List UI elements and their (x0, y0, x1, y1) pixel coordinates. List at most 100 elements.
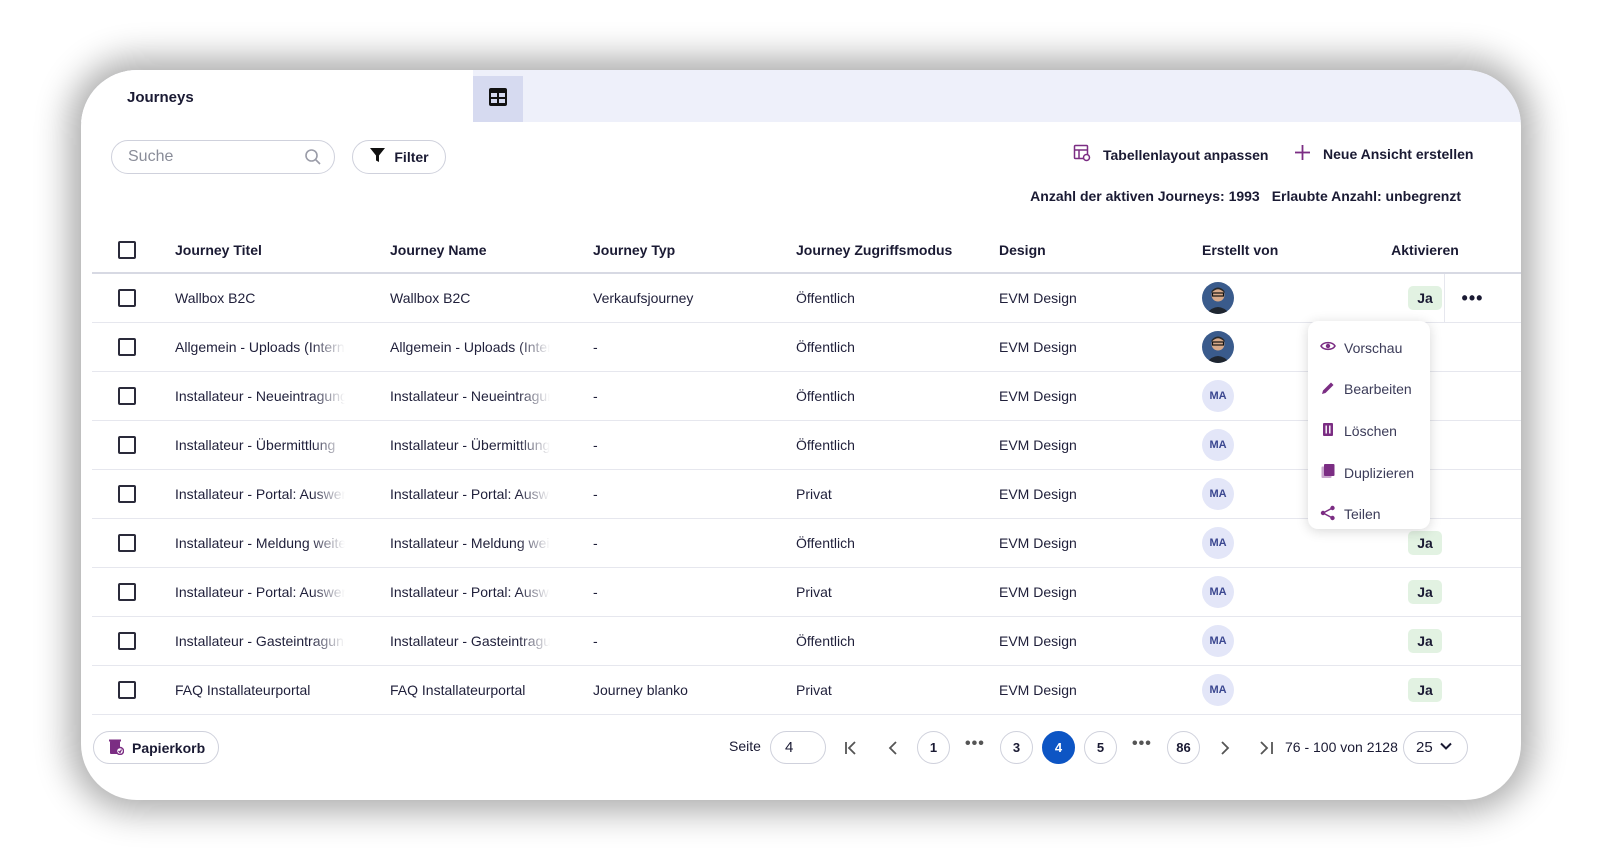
journey-title[interactable]: FAQ Installateurportal (175, 666, 345, 714)
activate-cell: Ja (1395, 666, 1455, 714)
new-view-label: Neue Ansicht erstellen (1323, 146, 1474, 162)
trash-label: Papierkorb (132, 739, 206, 756)
table-row[interactable]: Allgemein - Uploads (Intern) Allgemein - … (92, 323, 1521, 372)
chevron-down-icon (1439, 739, 1453, 757)
app-window: Journeys Filter Tabellenlayout anpassen … (81, 70, 1521, 800)
row-checkbox[interactable] (118, 534, 136, 552)
row-checkbox[interactable] (118, 387, 136, 405)
row-context-menu: Vorschau Bearbeiten Löschen Duplizieren … (1308, 321, 1430, 529)
menu-item-preview[interactable]: Vorschau (1308, 327, 1430, 369)
menu-item-duplicate[interactable]: Duplizieren (1308, 452, 1430, 494)
row-checkbox[interactable] (118, 681, 136, 699)
row-checkbox[interactable] (118, 583, 136, 601)
first-page-icon[interactable] (841, 738, 861, 758)
journey-design: EVM Design (999, 535, 1077, 551)
journey-title[interactable]: Installateur - Gasteintragung (175, 617, 345, 665)
row-checkbox[interactable] (118, 485, 136, 503)
column-header-title[interactable]: Journey Titel (175, 228, 345, 272)
journey-title[interactable]: Allgemein - Uploads (Intern) (175, 323, 345, 371)
search-box[interactable] (111, 140, 335, 174)
created-by: MA (1202, 568, 1262, 616)
created-by (1202, 274, 1262, 322)
row-checkbox[interactable] (118, 436, 136, 454)
search-input[interactable] (128, 148, 298, 166)
journey-name: Installateur - Übermittlung (390, 437, 550, 453)
table-view-button[interactable] (473, 76, 523, 122)
active-badge[interactable]: Ja (1408, 629, 1442, 653)
table-row[interactable]: Installateur - Meldung weiterleiten Insta… (92, 519, 1521, 568)
journey-name: Installateur - Meldung weiterleiten (390, 535, 550, 551)
avatar (1202, 331, 1234, 363)
column-header-name[interactable]: Journey Name (390, 228, 550, 272)
journey-design: EVM Design (999, 437, 1077, 453)
row-checkbox[interactable] (118, 632, 136, 650)
journey-design: EVM Design (999, 633, 1077, 649)
table-row[interactable]: Installateur - Neueintragung Installateur… (92, 372, 1521, 421)
journey-title[interactable]: Installateur - Portal: Auswertung (175, 568, 345, 616)
journey-access-mode: Öffentlich (796, 290, 855, 306)
next-page-icon[interactable] (1215, 738, 1235, 758)
page-number-input[interactable] (770, 731, 826, 764)
search-icon[interactable] (304, 148, 322, 166)
journey-name: Installateur - Portal: Auswertung (390, 584, 550, 600)
row-checkbox[interactable] (118, 338, 136, 356)
column-header-design[interactable]: Design (999, 228, 1179, 272)
row-checkbox[interactable] (118, 289, 136, 307)
journey-title[interactable]: Installateur - Meldung weiterleiten (175, 519, 345, 567)
page-button-3[interactable]: 3 (1000, 731, 1033, 764)
journey-name: Installateur - Gasteintragung (390, 633, 550, 649)
page-button-5[interactable]: 5 (1084, 731, 1117, 764)
page-button-1[interactable]: 1 (917, 731, 950, 764)
column-header-created-by[interactable]: Erstellt von (1202, 228, 1322, 272)
journey-title[interactable]: Installateur - Neueintragung (175, 372, 345, 420)
per-page-select[interactable]: 25 (1403, 731, 1468, 764)
avatar: MA (1202, 527, 1234, 559)
table-row[interactable]: Wallbox B2C Wallbox B2C Verkaufsjourney Öff… (92, 274, 1521, 323)
journey-type: Journey blanko (593, 682, 688, 698)
journey-title[interactable]: Installateur - Portal: Auswertung (175, 470, 345, 518)
journey-type: - (593, 486, 598, 502)
created-by: MA (1202, 519, 1262, 567)
more-actions-icon[interactable]: ••• (1462, 288, 1484, 309)
journey-access-mode: Privat (796, 682, 832, 698)
journey-design: EVM Design (999, 290, 1077, 306)
column-header-access-mode[interactable]: Journey Zugriffsmodus (796, 228, 976, 272)
menu-item-edit[interactable]: Bearbeiten (1308, 369, 1430, 411)
menu-item-share[interactable]: Teilen (1308, 493, 1430, 535)
last-page-icon[interactable] (1257, 738, 1277, 758)
journey-access-mode: Öffentlich (796, 388, 855, 404)
trash-button[interactable]: Papierkorb (93, 731, 219, 764)
menu-item-delete[interactable]: Löschen (1308, 410, 1430, 452)
table-row[interactable]: Installateur - Portal: Auswertung Install… (92, 568, 1521, 617)
table-row[interactable]: Installateur - Gasteintragung Installateu… (92, 617, 1521, 666)
tab-journeys[interactable]: Journeys (81, 70, 473, 122)
journey-name: Installateur - Neueintragung (390, 388, 550, 404)
table-row[interactable]: Installateur - Übermittlung Installateur … (92, 421, 1521, 470)
table-row[interactable]: FAQ Installateurportal FAQ Installateurpo… (92, 666, 1521, 715)
journey-access-mode: Privat (796, 486, 832, 502)
journey-design: EVM Design (999, 339, 1077, 355)
share-icon (1320, 505, 1336, 524)
table-layout-button[interactable]: Tabellenlayout anpassen (1073, 144, 1268, 165)
column-header-activate[interactable]: Aktivieren (1385, 228, 1465, 272)
journey-title[interactable]: Installateur - Übermittlung (175, 421, 345, 469)
journey-access-mode: Öffentlich (796, 437, 855, 453)
new-view-button[interactable]: Neue Ansicht erstellen (1294, 144, 1473, 164)
pencil-icon (1320, 380, 1336, 399)
active-badge[interactable]: Ja (1408, 580, 1442, 604)
avatar: MA (1202, 429, 1234, 461)
avatar: MA (1202, 625, 1234, 657)
journey-name: FAQ Installateurportal (390, 682, 526, 698)
journey-type: Verkaufsjourney (593, 290, 694, 306)
page-button-4-current[interactable]: 4 (1042, 731, 1075, 764)
select-all-checkbox[interactable] (118, 241, 136, 259)
journey-title[interactable]: Wallbox B2C (175, 274, 345, 322)
active-badge[interactable]: Ja (1408, 678, 1442, 702)
trash-bin-icon (108, 738, 125, 758)
table-row[interactable]: Installateur - Portal: Auswertung Install… (92, 470, 1521, 519)
page-button-86[interactable]: 86 (1167, 731, 1200, 764)
filter-button[interactable]: Filter (352, 140, 446, 174)
column-header-type[interactable]: Journey Typ (593, 228, 773, 272)
previous-page-icon[interactable] (883, 738, 903, 758)
active-badge[interactable]: Ja (1408, 286, 1442, 310)
